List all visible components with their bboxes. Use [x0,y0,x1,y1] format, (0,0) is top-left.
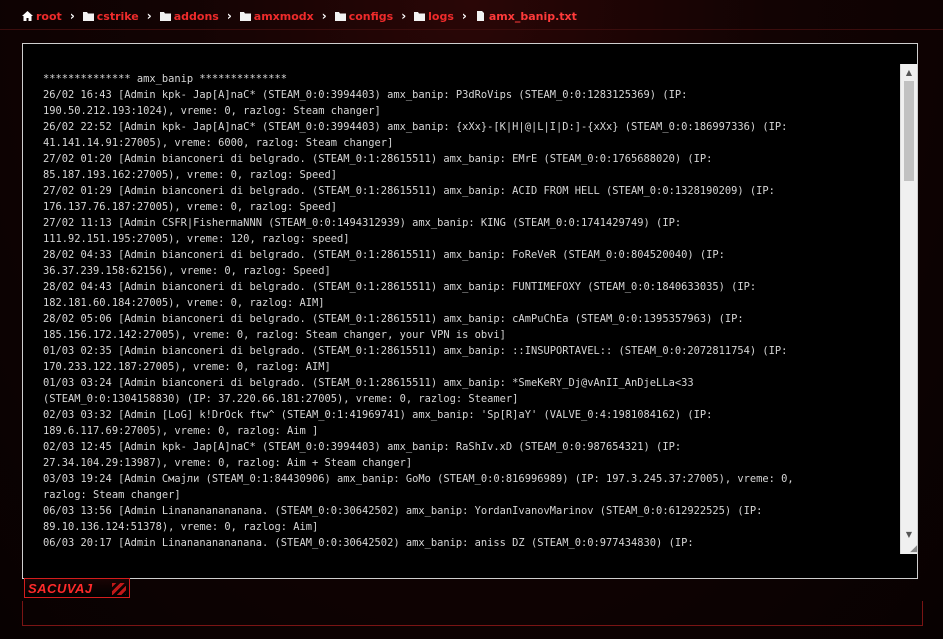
save-button-label: SACUVAJ [28,580,93,596]
scroll-down-icon[interactable]: ▼ [901,526,917,542]
folder-icon [239,12,251,21]
scroll-up-icon[interactable]: ▲ [901,64,917,80]
breadcrumb-label: addons [173,9,219,23]
save-button[interactable]: SACUVAJ [24,578,130,598]
file-icon [476,11,484,21]
home-icon [22,11,33,21]
breadcrumb-label: logs [428,9,454,23]
header-divider [0,29,943,30]
breadcrumb-file: amx_banip.txt [475,10,577,23]
file-content: ************** amx_banip ************** … [43,73,794,549]
breadcrumb-amxmodx[interactable]: amxmodx [239,9,314,23]
scrollbar-thumb[interactable] [904,81,914,181]
folder-icon [159,12,171,21]
breadcrumb-label: cstrike [96,9,139,23]
chevron-right-icon: › [461,9,467,23]
breadcrumb-label: amxmodx [253,9,314,23]
folder-icon [414,12,426,21]
folder-icon [82,12,94,21]
vertical-scrollbar[interactable]: ▲ ▼ [900,64,917,542]
chevron-right-icon: › [146,9,152,23]
chevron-right-icon: › [226,9,232,23]
stripes-icon [112,583,126,595]
breadcrumb-root[interactable]: root [22,10,62,23]
resize-grip-icon[interactable]: ◢ [900,542,917,554]
breadcrumb-logs[interactable]: logs [414,10,454,23]
chevron-right-icon: › [69,9,75,23]
breadcrumb: root › cstrike › addons › amxmodx › conf… [22,7,577,25]
breadcrumb-addons[interactable]: addons [159,9,219,23]
editor-panel: ************** amx_banip ************** … [22,43,918,579]
folder-icon [334,12,346,21]
page-frame [22,601,923,626]
breadcrumb-cstrike[interactable]: cstrike [82,9,139,23]
chevron-right-icon: › [401,9,407,23]
breadcrumb-label: amx_banip.txt [488,9,577,23]
chevron-right-icon: › [321,9,327,23]
file-editor-textarea[interactable]: ************** amx_banip ************** … [23,64,900,554]
breadcrumb-label: configs [348,9,394,23]
breadcrumb-label: root [36,9,62,23]
breadcrumb-configs[interactable]: configs [334,9,394,23]
